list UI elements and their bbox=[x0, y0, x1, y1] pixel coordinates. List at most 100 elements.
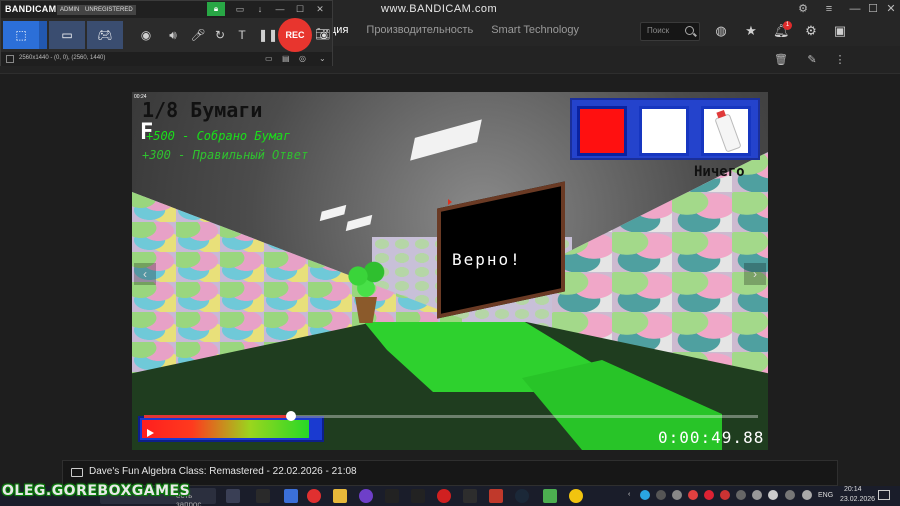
star-icon[interactable]: ★ bbox=[743, 23, 759, 39]
tray-chevron-icon[interactable]: ‹ bbox=[628, 491, 630, 498]
language-indicator[interactable]: ENG bbox=[818, 492, 833, 499]
recorder-maximize-button[interactable]: ☐ bbox=[293, 3, 307, 16]
tray-icon[interactable] bbox=[704, 490, 714, 500]
search-box[interactable]: Поиск bbox=[640, 22, 700, 41]
channel-watermark: OLEG.GOREBOXGAMES bbox=[2, 483, 191, 499]
close-button[interactable]: ✕ bbox=[878, 0, 900, 18]
notebook-counter: 1/8 Бумаги bbox=[142, 98, 263, 122]
globe-icon[interactable]: ◍ bbox=[713, 23, 729, 39]
task-view-icon[interactable] bbox=[226, 489, 240, 503]
collapse-chevron-icon[interactable]: ⌄ bbox=[319, 54, 326, 63]
next-chevron-icon[interactable]: › bbox=[744, 263, 766, 285]
previous-chevron-icon[interactable]: ‹ bbox=[134, 263, 156, 285]
mouse-effects-icon[interactable]: ↻ bbox=[211, 21, 229, 49]
folder-icon[interactable]: ▭ bbox=[233, 3, 247, 16]
tray-icon[interactable] bbox=[656, 490, 666, 500]
mouse-cursor bbox=[448, 199, 452, 205]
hdmi-icon: ▭ bbox=[61, 28, 73, 42]
volume-icon[interactable] bbox=[802, 490, 812, 500]
recorder-close-button[interactable]: ✕ bbox=[313, 3, 327, 16]
gamepad-icon: 🎮︎ bbox=[97, 28, 113, 42]
trash-icon[interactable]: 🗑︎ bbox=[774, 53, 788, 67]
main-tabs: ция Производительность Smart Technology bbox=[330, 24, 579, 42]
screenshot-camera-icon[interactable]: 📷︎ bbox=[315, 27, 330, 41]
recorder-window: BANDICAM ADMIN UNREGISTERED 🔒︎ ▭ ↓ — ☐ ✕… bbox=[0, 0, 333, 66]
bottle-icon bbox=[714, 113, 742, 153]
tray-icon[interactable] bbox=[736, 490, 746, 500]
score-correct-answer: +300 - Правильный Ответ bbox=[142, 148, 309, 162]
speaker-icon[interactable]: 🔊︎ bbox=[164, 21, 182, 49]
taskbar-time[interactable]: 20:14 bbox=[844, 486, 862, 493]
search-placeholder: Поиск bbox=[647, 26, 670, 35]
app-icon[interactable] bbox=[489, 489, 503, 503]
tray-icon[interactable] bbox=[640, 490, 650, 500]
edit-icon[interactable]: ✎ bbox=[805, 53, 819, 67]
video-player[interactable]: Верно! 00:24 1/8 Бумаги F +500 - Собрано… bbox=[132, 92, 768, 450]
more-icon[interactable]: ⋮ bbox=[833, 53, 847, 67]
inventory-bar bbox=[570, 98, 760, 160]
taskbar-date[interactable]: 23.02.2026 bbox=[840, 496, 875, 503]
tray-icon[interactable] bbox=[720, 490, 730, 500]
search-icon[interactable] bbox=[685, 26, 694, 35]
app-icon[interactable] bbox=[385, 489, 399, 503]
arrow-icon[interactable]: ↓ bbox=[253, 3, 267, 16]
app-icon[interactable] bbox=[256, 489, 270, 503]
inventory-slot-3 bbox=[701, 106, 751, 156]
menu-icon[interactable]: ≡ bbox=[816, 0, 842, 18]
app-title: www.BANDICAM.com bbox=[381, 3, 498, 15]
text-overlay-icon[interactable]: T bbox=[233, 21, 251, 49]
panel-icon[interactable]: ▣ bbox=[832, 23, 848, 39]
settings-small-icon[interactable]: ⚙ bbox=[790, 0, 816, 18]
tab-performance[interactable]: Производительность bbox=[366, 24, 473, 42]
play-icon[interactable] bbox=[147, 429, 154, 437]
tray-icon[interactable] bbox=[785, 490, 795, 500]
webcam-status-icon: ▭ bbox=[265, 54, 273, 63]
tray-icon[interactable] bbox=[768, 490, 778, 500]
device-mode-button[interactable]: ▭ bbox=[49, 21, 85, 49]
tab-smart-technology[interactable]: Smart Technology bbox=[491, 24, 579, 42]
unregistered-badge: UNREGISTERED bbox=[82, 5, 136, 15]
game-mode-button[interactable]: 🎮︎ bbox=[87, 21, 123, 49]
screen-mode-dropdown[interactable] bbox=[39, 21, 47, 49]
plant bbox=[346, 260, 386, 300]
screen-mode-button[interactable]: ⬚ bbox=[3, 21, 39, 49]
notification-center-icon[interactable] bbox=[878, 490, 890, 500]
app-icon[interactable] bbox=[463, 489, 477, 503]
tray-icon[interactable] bbox=[672, 490, 682, 500]
playback-timer: 0:00:49.88 bbox=[658, 428, 765, 447]
recorder-minimize-button[interactable]: — bbox=[273, 3, 287, 16]
unregistered-badge-text: UNREGISTERED bbox=[85, 7, 133, 13]
app-icon[interactable] bbox=[284, 489, 298, 503]
webcam-off-icon[interactable]: ◉ bbox=[137, 21, 155, 49]
speaker-status-icon: ▤ bbox=[282, 54, 290, 63]
inventory-slot-2 bbox=[639, 106, 689, 156]
recorder-titlebar: BANDICAM ADMIN UNREGISTERED 🔒︎ ▭ ↓ — ☐ ✕ bbox=[1, 1, 332, 18]
video-file-icon bbox=[71, 468, 83, 477]
app-icon[interactable] bbox=[543, 489, 557, 503]
mic-off-icon[interactable]: 🎤︎ bbox=[189, 21, 207, 49]
lock-icon[interactable]: 🔒︎ bbox=[207, 2, 225, 16]
stamina-bar bbox=[142, 420, 310, 438]
bandicam-taskbar-icon[interactable] bbox=[437, 489, 451, 503]
blackboard-text: Верно! bbox=[452, 250, 522, 269]
inventory-slot-1 bbox=[577, 106, 627, 156]
gear-icon[interactable]: ⚙ bbox=[803, 23, 819, 39]
notification-badge: 1 bbox=[783, 21, 792, 30]
app-icon[interactable] bbox=[569, 489, 583, 503]
steam-icon[interactable] bbox=[515, 489, 529, 503]
recorder-status-bar: 2560x1440 - (0, 0), (2560, 1440) ▭ ▤ ◎ ⌄ bbox=[1, 52, 332, 66]
region-checkbox[interactable] bbox=[6, 55, 14, 63]
pause-icon[interactable]: ❚❚ bbox=[258, 21, 278, 49]
app-icon[interactable] bbox=[359, 489, 373, 503]
tray-icon[interactable] bbox=[688, 490, 698, 500]
selected-item-name: Ничего bbox=[694, 164, 745, 180]
screen-region-icon: ⬚ bbox=[15, 28, 27, 42]
region-text: 2560x1440 - (0, 0), (2560, 1440) bbox=[19, 55, 106, 61]
tray-icon[interactable] bbox=[752, 490, 762, 500]
app-icon[interactable] bbox=[411, 489, 425, 503]
file-explorer-icon[interactable] bbox=[333, 489, 347, 503]
record-button[interactable]: REC bbox=[278, 18, 312, 52]
screen-root: www.BANDICAM.com ⚙ ≡ — ☐ ✕ ция Производи… bbox=[0, 0, 900, 506]
capture-status-icon: ◎ bbox=[299, 54, 306, 63]
yandex-browser-icon[interactable] bbox=[307, 489, 321, 503]
